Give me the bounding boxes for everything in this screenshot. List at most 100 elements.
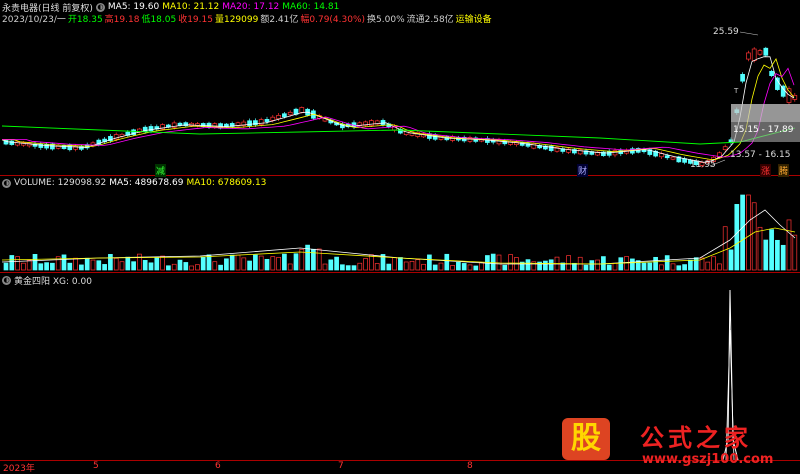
x-month-8: 8 [467, 461, 473, 471]
volume-bar [392, 257, 397, 271]
volume-ma5-line [1, 209, 796, 265]
cai-marker[interactable]: 财 [577, 164, 589, 177]
volume-bar [409, 260, 415, 271]
volume-bar [38, 263, 44, 271]
jian-marker[interactable]: 减 [155, 164, 167, 177]
indicator-label: 黄金四阳 XG: 0.00 [14, 276, 92, 287]
volume-bar [450, 265, 455, 271]
indicator-header: ◐ 黄金四阳 XG: 0.00 [2, 274, 92, 287]
volume-bar [786, 219, 792, 271]
gu-logo-icon: 股 [562, 418, 610, 460]
volume-bar [438, 262, 444, 271]
volume-label: VOLUME: 129098.92 [14, 178, 107, 188]
candle [282, 113, 287, 118]
settings-icon[interactable]: ◐ [2, 178, 11, 188]
volume-bar [9, 255, 15, 271]
candle [670, 156, 676, 160]
candle [763, 47, 769, 56]
candle [664, 155, 670, 159]
volume-bar [641, 262, 647, 271]
volume-bar [183, 262, 189, 271]
volume-bar [386, 263, 392, 271]
volume-bar [189, 265, 194, 271]
volume-bar [108, 254, 113, 271]
volume-bar [171, 263, 177, 271]
volume-bar [224, 258, 229, 271]
volume-bar [102, 264, 107, 271]
volume-bar [595, 259, 600, 271]
volume-ma-lines [1, 209, 796, 265]
candle [531, 143, 537, 149]
volume-bar [218, 264, 223, 271]
volume-bar [79, 264, 84, 271]
t-mark: T [734, 87, 739, 95]
volume-bar [67, 262, 73, 271]
settings-icon[interactable]: ◐ [2, 275, 11, 285]
moving-averages [1, 56, 796, 163]
ma20-line [2, 67, 795, 158]
volume-bar [15, 256, 20, 271]
volume-bar [166, 265, 171, 271]
volume-bar [119, 261, 125, 271]
volume-bar [508, 254, 513, 271]
candle [769, 70, 774, 77]
volume-bar [525, 259, 531, 271]
volume-bar [282, 253, 287, 271]
volume-bar [490, 253, 496, 271]
volume-bar [44, 262, 49, 271]
x-year-label: 2023年 [3, 464, 35, 474]
candle [247, 120, 252, 127]
candle [276, 115, 281, 120]
volume-bar [363, 258, 368, 271]
volume-bar [421, 263, 426, 271]
kline-chart [0, 31, 800, 461]
candle [757, 50, 763, 55]
volume-bar [26, 259, 32, 271]
volume-bar [548, 259, 554, 271]
volume-bar [461, 263, 467, 271]
volume-bar [160, 255, 165, 271]
volume-bar [757, 226, 763, 271]
range-box-upper [731, 104, 800, 122]
volume-bar [543, 260, 548, 271]
zhang-marker[interactable]: 涨 [760, 164, 772, 177]
volume-bar [374, 263, 380, 271]
volume-bar [612, 262, 618, 271]
candle [740, 73, 745, 82]
watermark-logo: 股 公式之家 www.gszj100.com [560, 418, 790, 470]
high-price-label: 25.59 [713, 27, 739, 37]
volume-bar [195, 264, 200, 271]
volume-bar [276, 256, 281, 271]
volume-bar [357, 262, 363, 271]
volume-bar [589, 260, 595, 271]
range-label-2: 13.57 - 16.15 [730, 150, 791, 160]
teng-marker[interactable]: 腾 [778, 164, 790, 177]
volume-bar [456, 261, 461, 271]
x-month-5: 5 [93, 461, 99, 471]
volume-bar [734, 204, 740, 271]
volume-bar [688, 259, 693, 271]
volume-bar [142, 260, 148, 271]
volume-bar [722, 226, 728, 271]
volume-bar [73, 257, 78, 271]
high-marker-line [739, 31, 759, 36]
low-price-label: 11.95 [690, 160, 716, 170]
volume-bar [316, 248, 322, 271]
volume-bar [258, 255, 264, 271]
candle [9, 140, 15, 145]
brand-url: www.gszj100.com [642, 452, 774, 467]
volume-bar [467, 264, 473, 271]
volume-bar [473, 265, 479, 271]
volume-bar [403, 261, 409, 271]
volume-bar [653, 256, 658, 271]
volume-bar [293, 253, 299, 271]
volume-bar [693, 257, 699, 271]
volume-bar [682, 264, 687, 271]
ma10-line [2, 58, 795, 160]
brand-text: 公式之家 [640, 423, 752, 452]
volume-bar [200, 256, 206, 271]
volume-bar [177, 259, 183, 271]
candle [264, 119, 270, 122]
volume-bar [769, 229, 774, 271]
volume-bar [50, 262, 55, 271]
